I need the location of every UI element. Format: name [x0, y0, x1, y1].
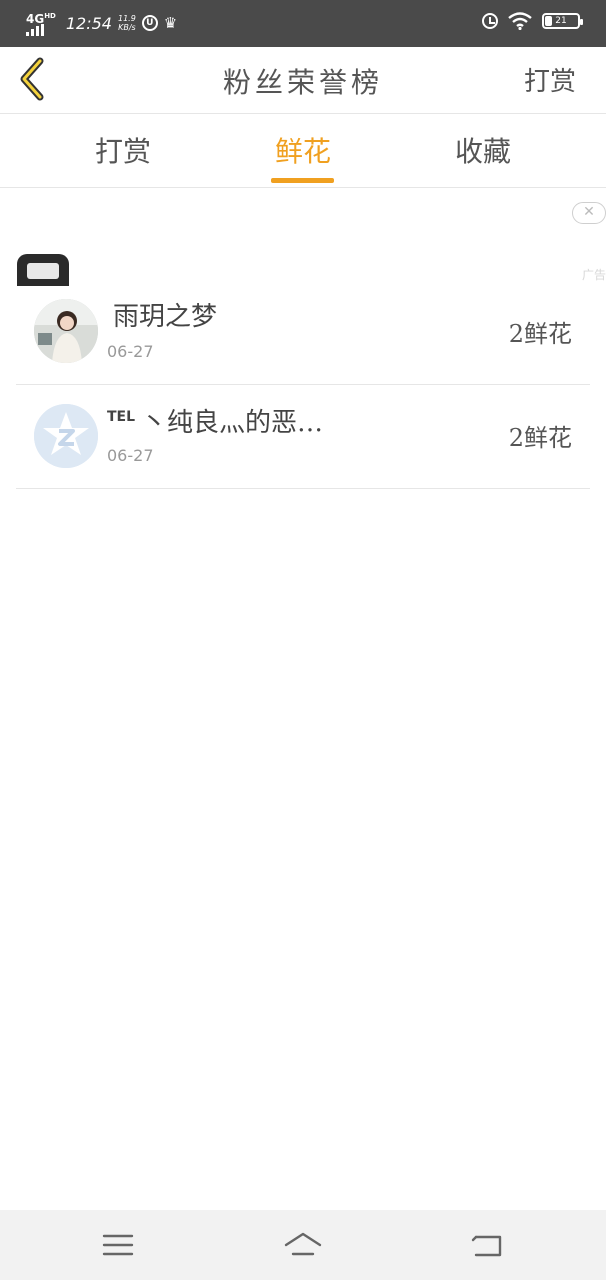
list-item[interactable]: TEL 丶纯良灬的恶… 06-27 2鲜花	[16, 384, 590, 489]
flower-count: 2鲜花	[508, 320, 572, 348]
u-icon: U	[141, 15, 158, 31]
tab-reward[interactable]: 打赏	[68, 130, 178, 170]
battery-level: 21	[555, 16, 567, 26]
network-indicator: 4GHD	[26, 11, 56, 36]
system-nav-bar	[0, 1210, 606, 1280]
alarm-icon	[482, 13, 498, 29]
tab-flowers[interactable]: 鲜花	[248, 130, 358, 170]
crown-icon: ♛	[163, 14, 178, 32]
return-button[interactable]	[468, 1228, 508, 1262]
avatar[interactable]	[34, 404, 98, 468]
ad-close-button[interactable]: ✕	[572, 202, 606, 224]
home-button[interactable]	[283, 1228, 323, 1262]
fan-date: 06-27	[107, 342, 154, 361]
status-bar: 4GHD 12:54 11.9 KB/s U ♛ 21	[0, 0, 606, 47]
wifi-icon	[508, 12, 532, 30]
avatar[interactable]	[34, 299, 98, 363]
tab-bar: 打赏 鲜花 收藏	[0, 114, 606, 188]
net-speed-value: 11.9	[117, 14, 136, 23]
return-icon	[471, 1235, 502, 1257]
fan-name-text: 雨玥之梦	[113, 302, 218, 332]
status-left: 4GHD 12:54 11.9 KB/s U ♛	[26, 10, 177, 36]
menu-button[interactable]	[98, 1228, 138, 1262]
app-header: 粉丝荣誉榜 打赏	[0, 47, 606, 114]
home-icon	[284, 1232, 322, 1256]
fan-name: TEL 丶纯良灬的恶…	[107, 402, 323, 439]
battery-icon: 21	[542, 13, 583, 29]
tab-favorites[interactable]: 收藏	[428, 130, 538, 170]
tab-indicator	[271, 178, 334, 183]
flower-count: 2鲜花	[508, 424, 572, 452]
fan-name: 雨玥之梦	[107, 296, 217, 333]
status-time: 12:54	[65, 13, 112, 33]
net-speed: 11.9 KB/s	[118, 14, 136, 32]
list-item[interactable]: 雨玥之梦 06-27 2鲜花	[16, 280, 590, 385]
menu-icon	[102, 1234, 134, 1256]
reward-button[interactable]: 打赏	[524, 61, 576, 98]
fan-date: 06-27	[107, 446, 154, 465]
network-sup: HD	[44, 11, 56, 20]
net-speed-unit: KB/s	[118, 23, 136, 32]
status-right: 21	[482, 12, 583, 30]
page-title: 粉丝荣誉榜	[222, 66, 383, 99]
fan-name-text: 丶纯良灬的恶…	[141, 408, 324, 438]
fan-name-prefix: TEL	[107, 409, 136, 426]
